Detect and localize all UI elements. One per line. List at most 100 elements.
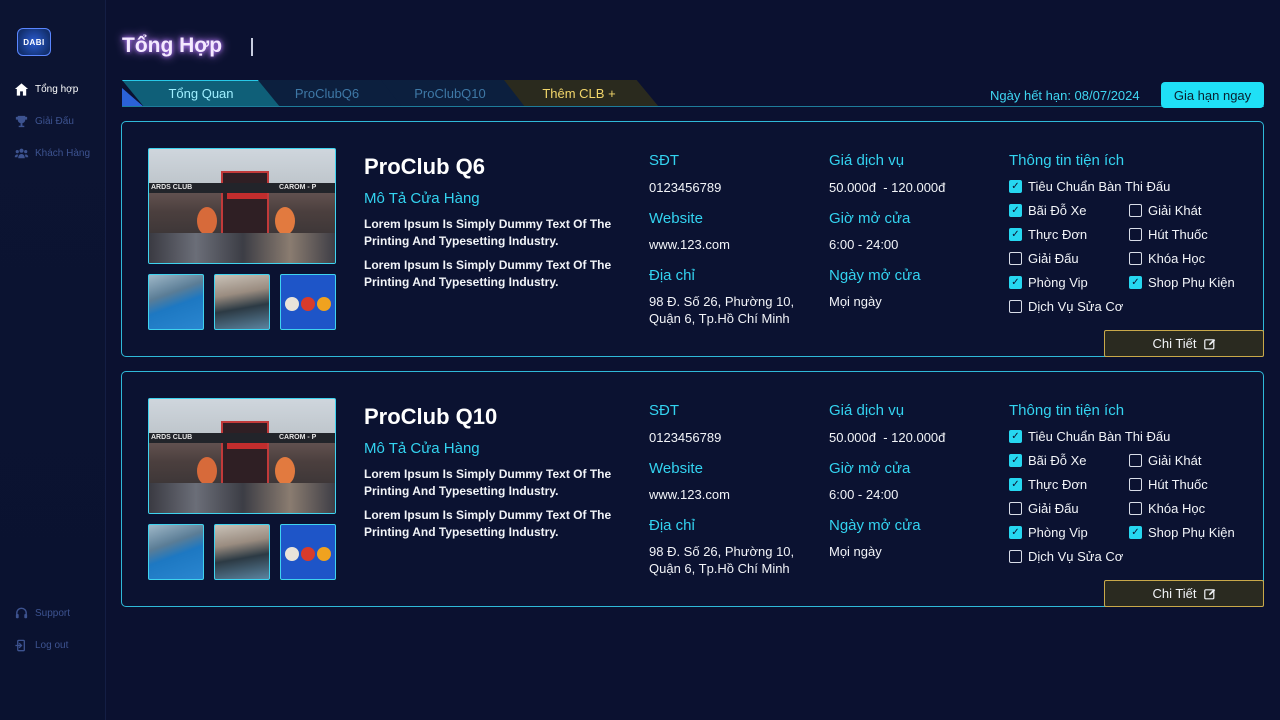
club-name: ProClub Q10 xyxy=(364,404,498,429)
club-thumbnail[interactable] xyxy=(214,274,270,330)
checkbox-checked-icon: ✓ xyxy=(1129,526,1142,539)
checkbox-checked-icon: ✓ xyxy=(1009,430,1022,443)
club-thumbnail[interactable] xyxy=(280,524,336,580)
photo-motorbikes xyxy=(149,233,335,263)
open-days-label: Ngày mở cửa xyxy=(829,267,921,284)
amenity-checkbox[interactable]: ✓ Shop Phụ Kiện xyxy=(1129,275,1235,290)
detail-button[interactable]: Chi Tiết xyxy=(1104,330,1264,357)
price-label: Giá dịch vụ xyxy=(829,402,905,419)
sidebar-item-label: Giải Đấu xyxy=(35,116,74,127)
amenity-checkbox[interactable]: Giải Đấu xyxy=(1009,501,1079,516)
hours-label: Giờ mở cửa xyxy=(829,210,911,227)
club-thumbnail[interactable] xyxy=(148,524,204,580)
amenity-label: Hút Thuốc xyxy=(1148,227,1208,242)
sidebar-item-khach-hang[interactable]: Khách Hàng xyxy=(14,146,90,161)
photo-sign-left: ARDS CLUB xyxy=(151,434,193,441)
hours-label: Giờ mở cửa xyxy=(829,460,911,477)
address-label: Địa chỉ xyxy=(649,517,695,534)
amenity-label: Dịch Vụ Sửa Cơ xyxy=(1028,299,1124,314)
amenity-checkbox[interactable]: Khóa Học xyxy=(1129,251,1205,266)
amenity-checkbox[interactable]: ✓ Tiêu Chuẩn Bàn Thi Đấu xyxy=(1009,179,1170,194)
amenity-checkbox[interactable]: Dịch Vụ Sửa Cơ xyxy=(1009,549,1123,564)
users-icon xyxy=(14,148,29,159)
club-thumbnail[interactable] xyxy=(148,274,204,330)
billiard-ball xyxy=(285,547,299,561)
photo-sign: ARDS CLUB CAROM - P xyxy=(149,183,335,193)
phone-value: 0123456789 xyxy=(649,180,722,195)
amenity-label: Shop Phụ Kiện xyxy=(1148,275,1235,290)
amenity-checkbox[interactable]: ✓ Phòng Vip xyxy=(1009,275,1088,290)
club-name: ProClub Q6 xyxy=(364,154,486,179)
checkbox-empty-icon xyxy=(1129,228,1142,241)
photo-flowers xyxy=(275,207,295,235)
renew-button[interactable]: Gia hạn ngay xyxy=(1161,82,1264,108)
club-thumbnail[interactable] xyxy=(214,524,270,580)
photo-sign: ARDS CLUB CAROM - P xyxy=(149,433,335,443)
checkbox-empty-icon xyxy=(1009,300,1022,313)
club-main-photo[interactable]: ARDS CLUB CAROM - P xyxy=(148,398,336,514)
sidebar-item-label: Log out xyxy=(35,640,69,651)
tab-them-clb[interactable]: Thêm CLB + xyxy=(499,80,659,107)
amenity-label: Thực Đơn xyxy=(1028,477,1088,492)
checkbox-checked-icon: ✓ xyxy=(1009,526,1022,539)
price-label: Giá dịch vụ xyxy=(829,152,905,169)
amenity-checkbox[interactable]: Hút Thuốc xyxy=(1129,477,1208,492)
hours-value: 6:00 - 24:00 xyxy=(829,237,899,252)
hours-value: 6:00 - 24:00 xyxy=(829,487,899,502)
amenity-checkbox[interactable]: ✓ Phòng Vip xyxy=(1009,525,1088,540)
billiard-ball xyxy=(317,547,331,561)
detail-button[interactable]: Chi Tiết xyxy=(1104,580,1264,607)
website-value[interactable]: www.123.com xyxy=(649,236,730,253)
address-value: Quận 6, Tp.Hồ Chí Minh xyxy=(649,311,790,326)
sidebar-item-giai-dau[interactable]: Giải Đấu xyxy=(14,114,74,129)
amenity-checkbox[interactable]: ✓ Thực Đơn xyxy=(1009,227,1087,242)
checkbox-empty-icon xyxy=(1129,204,1142,217)
amenity-checkbox[interactable]: ✓ Thực Đơn xyxy=(1009,477,1087,492)
store-description: Lorem Ipsum Is Simply Dummy Text Of The … xyxy=(364,467,612,498)
amenity-checkbox[interactable]: ✓ Shop Phụ Kiện xyxy=(1129,525,1235,540)
price-value: 50.000đ - 120.000đ xyxy=(829,430,946,445)
amenity-checkbox[interactable]: ✓ Bãi Đỗ Xe xyxy=(1009,203,1087,218)
amenity-checkbox[interactable]: Giải Khát xyxy=(1129,453,1201,468)
sidebar-item-label: Khách Hàng xyxy=(35,148,91,159)
detail-button-label: Chi Tiết xyxy=(1152,586,1197,601)
open-days-label: Ngày mở cửa xyxy=(829,517,921,534)
amenity-checkbox[interactable]: Dịch Vụ Sửa Cơ xyxy=(1009,299,1123,314)
website-value[interactable]: www.123.com xyxy=(649,486,730,503)
amenity-label: Hút Thuốc xyxy=(1148,477,1208,492)
club-main-photo[interactable]: ARDS CLUB CAROM - P xyxy=(148,148,336,264)
amenity-checkbox[interactable]: Giải Khát xyxy=(1129,203,1201,218)
amenity-label: Phòng Vip xyxy=(1028,525,1088,540)
amenity-label: Giải Khát xyxy=(1148,453,1202,468)
logout-icon xyxy=(15,639,25,652)
website-label: Website xyxy=(649,460,703,477)
checkbox-empty-icon xyxy=(1129,252,1142,265)
amenity-checkbox[interactable]: Giải Đấu xyxy=(1009,251,1079,266)
expiry-date: Ngày hết hạn: 08/07/2024 xyxy=(990,88,1140,103)
amenity-label: Shop Phụ Kiện xyxy=(1148,525,1235,540)
amenities-title: Thông tin tiện ích xyxy=(1009,402,1125,419)
phone-value: 0123456789 xyxy=(649,430,722,445)
tab-tong-quan[interactable]: Tổng Quan xyxy=(122,80,280,107)
trophy-icon xyxy=(15,115,28,128)
amenity-checkbox[interactable]: ✓ Bãi Đỗ Xe xyxy=(1009,453,1087,468)
amenity-label: Tiêu Chuẩn Bàn Thi Đấu xyxy=(1028,179,1171,194)
sidebar-item-label: Tổng hợp xyxy=(35,84,79,95)
amenity-checkbox[interactable]: ✓ Tiêu Chuẩn Bàn Thi Đấu xyxy=(1009,429,1170,444)
website-label: Website xyxy=(649,210,703,227)
checkbox-checked-icon: ✓ xyxy=(1009,276,1022,289)
sidebar-item-tong-hop[interactable]: Tổng hợp xyxy=(14,82,78,97)
amenity-label: Bãi Đỗ Xe xyxy=(1028,453,1087,468)
tab-corner-decoration xyxy=(122,88,144,107)
checkbox-empty-icon xyxy=(1009,252,1022,265)
sidebar-item-support[interactable]: Support xyxy=(14,606,70,621)
headset-icon xyxy=(15,607,28,619)
checkbox-checked-icon: ✓ xyxy=(1009,454,1022,467)
amenity-checkbox[interactable]: Hút Thuốc xyxy=(1129,227,1208,242)
amenity-checkbox[interactable]: Khóa Học xyxy=(1129,501,1205,516)
sidebar-item-logout[interactable]: Log out xyxy=(14,638,68,653)
club-thumbnail[interactable] xyxy=(280,274,336,330)
address-value: 98 Đ. Số 26, Phường 10, xyxy=(649,294,795,309)
store-description: Lorem Ipsum Is Simply Dummy Text Of The … xyxy=(364,258,612,289)
amenity-label: Dịch Vụ Sửa Cơ xyxy=(1028,549,1124,564)
